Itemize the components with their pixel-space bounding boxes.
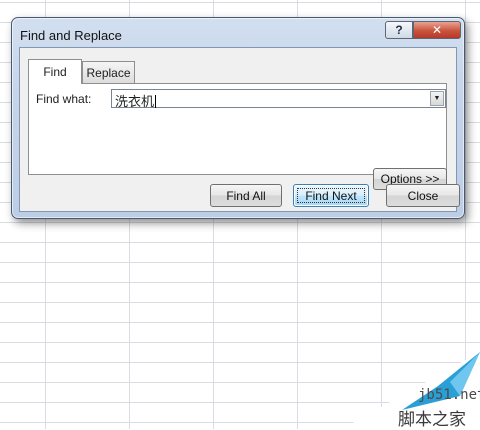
dialog-body: Find Replace Find what: 洗衣机 ▼ Options >>… — [19, 47, 460, 212]
watermark-site: jb51.net — [418, 387, 480, 403]
dropdown-arrow-icon[interactable]: ▼ — [430, 91, 444, 106]
find-what-label: Find what: — [36, 92, 92, 106]
find-what-combobox[interactable]: 洗衣机 ▼ — [111, 89, 446, 110]
watermark-brand: 脚本之家 — [398, 410, 466, 430]
find-next-button[interactable]: Find Next — [293, 184, 369, 207]
find-replace-dialog: Find and Replace ? ✕ Find Replace Find w… — [11, 17, 465, 219]
help-button[interactable]: ? — [385, 21, 413, 39]
tab-replace[interactable]: Replace — [82, 61, 135, 83]
find-tab-panel: Find what: 洗衣机 ▼ Options >> — [28, 83, 447, 190]
close-button[interactable]: Close — [386, 184, 460, 207]
find-what-input[interactable]: 洗衣机 — [115, 91, 156, 110]
window-close-button[interactable]: ✕ — [413, 21, 461, 39]
tab-find[interactable]: Find — [28, 59, 82, 84]
focus-ring — [297, 188, 365, 203]
find-all-button[interactable]: Find All — [210, 184, 282, 207]
dialog-title: Find and Replace — [20, 28, 122, 43]
